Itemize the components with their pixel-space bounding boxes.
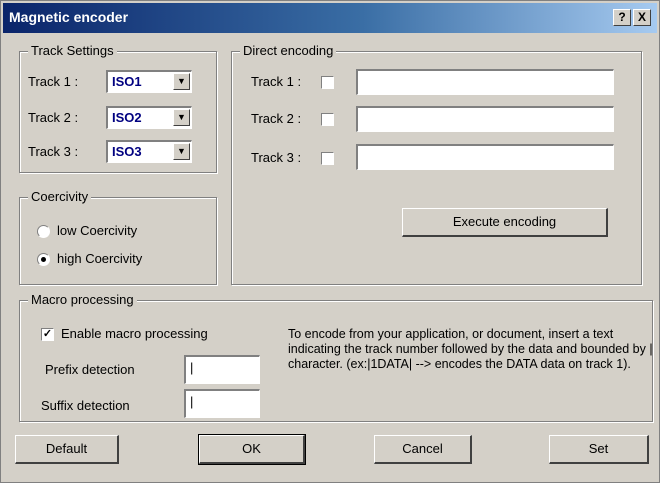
low-coercivity-radio[interactable] (37, 225, 50, 238)
ts-track-3-label: Track 3 : (28, 144, 79, 159)
chevron-down-icon[interactable]: ▼ (173, 73, 190, 90)
low-coercivity-label[interactable]: low Coercivity (57, 223, 137, 238)
de-track-1-checkbox[interactable] (321, 76, 334, 89)
de-track-3-checkbox[interactable] (321, 152, 334, 165)
execute-encoding-button[interactable]: Execute encoding (402, 208, 608, 237)
ts-track-3-select[interactable]: ISO3 ▼ (106, 140, 192, 163)
ts-track-2-select[interactable]: ISO2 ▼ (106, 106, 192, 129)
de-track-2-input[interactable] (356, 106, 614, 132)
de-track-1-input[interactable] (356, 69, 614, 95)
default-button[interactable]: Default (15, 435, 119, 464)
suffix-detection-input[interactable]: | (184, 389, 260, 418)
de-track-3-input[interactable] (356, 144, 614, 170)
de-track-2-label: Track 2 : (251, 111, 302, 126)
ok-button[interactable]: OK (198, 434, 306, 465)
radio-selected-dot (41, 257, 46, 262)
window-title: Magnetic encoder (9, 9, 129, 25)
enable-macro-checkbox[interactable]: ✓ (41, 328, 54, 341)
enable-macro-label[interactable]: Enable macro processing (61, 326, 208, 341)
ts-track-1-label: Track 1 : (28, 74, 79, 89)
ts-track-1-select[interactable]: ISO1 ▼ (106, 70, 192, 93)
ts-track-2-value: ISO2 (112, 110, 142, 125)
cancel-button[interactable]: Cancel (374, 435, 472, 464)
magnetic-encoder-dialog: Magnetic encoder ? X Track Settings Trac… (0, 0, 660, 483)
prefix-detection-input[interactable]: | (184, 355, 260, 384)
chevron-down-icon[interactable]: ▼ (173, 143, 190, 160)
help-button[interactable]: ? (613, 9, 631, 26)
set-button[interactable]: Set (549, 435, 649, 464)
macro-help-text: To encode from your application, or docu… (288, 327, 653, 371)
high-coercivity-label[interactable]: high Coercivity (57, 251, 142, 266)
suffix-detection-label: Suffix detection (41, 398, 130, 413)
title-bar[interactable]: Magnetic encoder ? X (3, 3, 657, 33)
close-button[interactable]: X (633, 9, 651, 26)
de-track-2-checkbox[interactable] (321, 113, 334, 126)
high-coercivity-radio[interactable] (37, 253, 50, 266)
direct-encoding-legend: Direct encoding (240, 43, 337, 58)
coercivity-group: Coercivity (19, 189, 217, 285)
track-settings-legend: Track Settings (28, 43, 117, 58)
ts-track-1-value: ISO1 (112, 74, 142, 89)
coercivity-legend: Coercivity (28, 189, 92, 204)
macro-processing-legend: Macro processing (28, 292, 137, 307)
de-track-3-label: Track 3 : (251, 150, 302, 165)
chevron-down-icon[interactable]: ▼ (173, 109, 190, 126)
ts-track-2-label: Track 2 : (28, 110, 79, 125)
prefix-detection-label: Prefix detection (45, 362, 135, 377)
de-track-1-label: Track 1 : (251, 74, 302, 89)
ts-track-3-value: ISO3 (112, 144, 142, 159)
